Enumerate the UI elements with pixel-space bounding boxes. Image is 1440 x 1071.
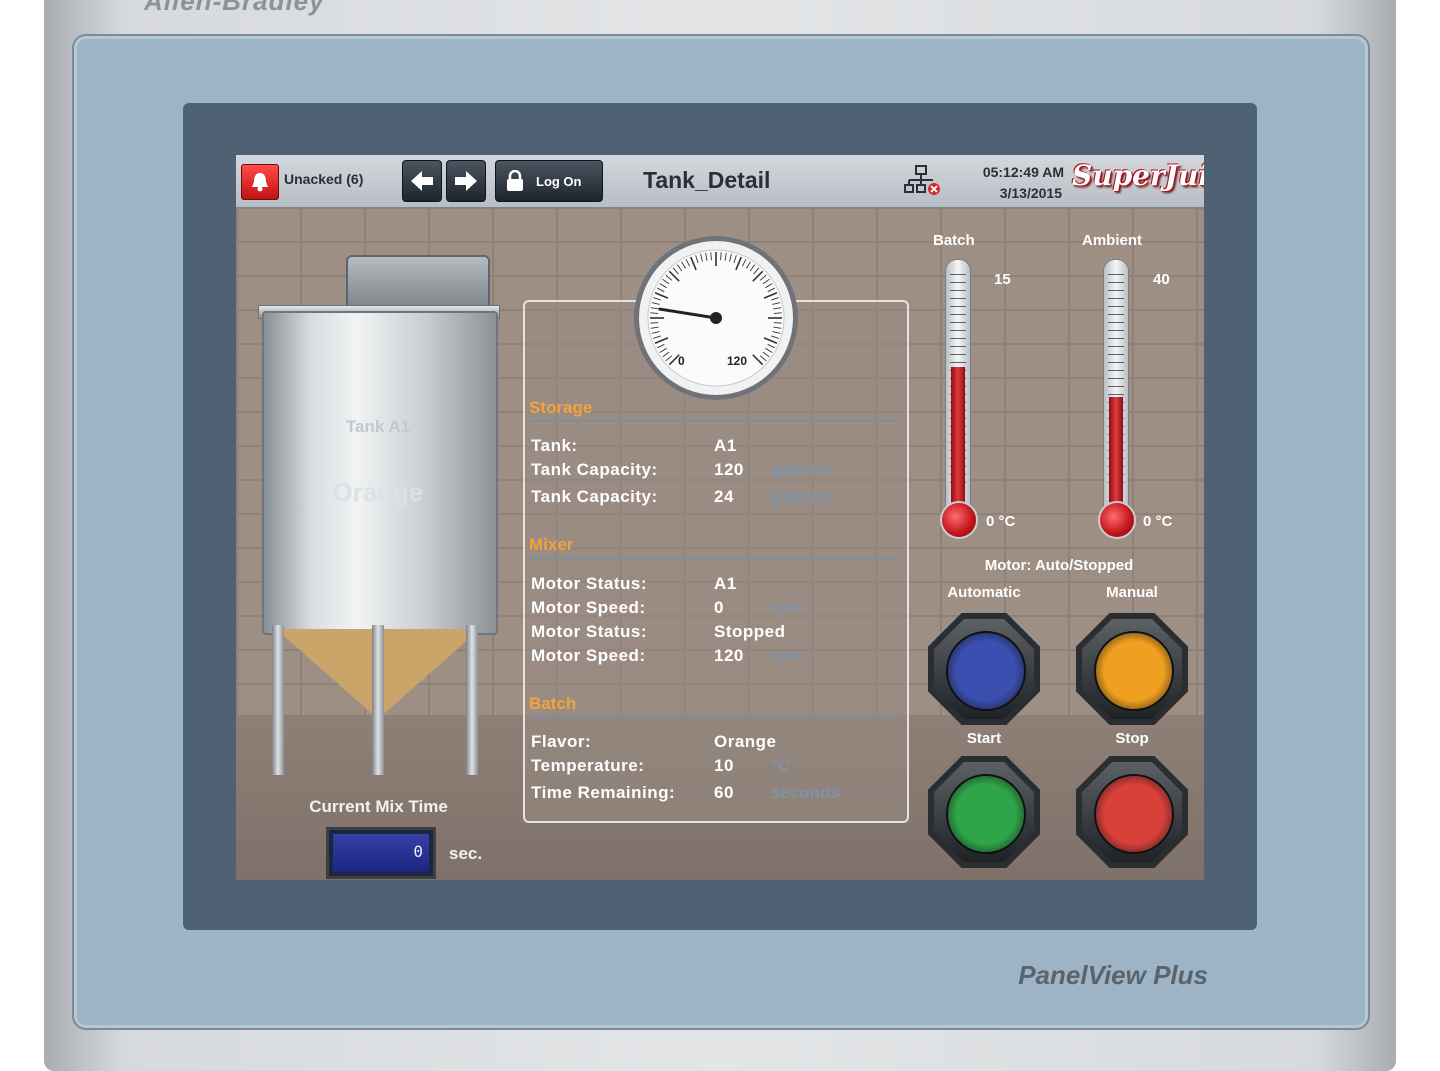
mixer-row-value: Stopped <box>714 622 786 641</box>
storage-row-value: A1 <box>714 436 737 455</box>
gauge-tick <box>650 312 659 314</box>
batch-thermometer-label: Batch <box>933 232 975 249</box>
automatic-button[interactable] <box>928 613 1040 725</box>
gauge-tick <box>720 252 722 261</box>
mixer-row-label: Motor Speed: <box>531 646 646 665</box>
tank-graphic <box>262 311 498 635</box>
screen-title: Tank_Detail <box>643 167 771 193</box>
divider <box>529 420 899 422</box>
batch-row-unit: °C <box>771 756 791 775</box>
log-on-label: Log On <box>536 174 582 189</box>
thermometer-bulb <box>1098 501 1136 539</box>
stop-button[interactable] <box>1076 756 1188 868</box>
brand-label: Allen-Bradley <box>144 0 325 16</box>
gauge-tick <box>650 322 659 324</box>
mixer-row-label: Motor Status: <box>531 574 648 593</box>
ambient-thermometer-min: 0 °C <box>1143 513 1173 530</box>
arrow-right-icon <box>455 171 477 191</box>
manual-button-lens <box>1094 631 1174 711</box>
ambient-thermometer-label: Ambient <box>1082 232 1142 249</box>
mixer-row-unit: rpm <box>771 598 804 617</box>
storage-row-label: Tank Capacity: <box>531 487 658 506</box>
divider <box>529 716 899 718</box>
tank-leg <box>466 625 478 775</box>
gauge-max-label: 120 <box>727 354 747 368</box>
storage-row-value: 24 <box>714 487 734 506</box>
tank-name-label: Tank A1 <box>345 417 411 436</box>
superjuice-logo: SuperJuice <box>1072 159 1204 192</box>
storage-row-label: Tank Capacity: <box>531 460 658 479</box>
manual-label: Manual <box>1106 584 1158 601</box>
gauge-tick <box>710 252 712 261</box>
lock-icon <box>507 170 523 191</box>
header-bar: Unacked (6) Log On Tank_Detail 05:12:49 … <box>236 155 1204 208</box>
arrow-left-icon <box>411 171 433 191</box>
automatic-label: Automatic <box>947 584 1021 601</box>
start-button-lens <box>946 774 1026 854</box>
mix-time-value: 0 <box>333 834 429 872</box>
batch-row-value: Orange <box>714 732 777 751</box>
batch-row-unit: seconds <box>771 783 840 802</box>
gauge-min-label: 0 <box>678 354 685 368</box>
log-on-button[interactable]: Log On <box>495 160 603 202</box>
stop-button-lens <box>1094 774 1174 854</box>
alarm-bell-icon <box>252 173 268 192</box>
gauge-tick <box>773 322 782 324</box>
mix-time-label: Current Mix Time <box>309 797 448 816</box>
batch-heading: Batch <box>529 694 577 713</box>
alarm-button[interactable] <box>241 164 279 200</box>
storage-row-value: 120 <box>714 460 744 479</box>
thermometer-bulb <box>940 501 978 539</box>
mixer-row-value: A1 <box>714 574 737 593</box>
hmi-screen: Unacked (6) Log On Tank_Detail 05:12:49 … <box>236 155 1204 880</box>
batch-row-value: 60 <box>714 783 734 802</box>
storage-row-label: Tank: <box>531 436 578 455</box>
motor-status-label: Motor: Auto/Stopped <box>984 557 1134 574</box>
batch-row-label: Time Remaining: <box>531 783 676 802</box>
stop-label: Stop <box>1115 730 1149 747</box>
ambient-thermometer-max: 40 <box>1153 271 1170 288</box>
automatic-button-lens <box>946 631 1026 711</box>
tank-flavor-label: Orange <box>332 477 424 507</box>
mixer-row-unit: rpm <box>771 646 804 665</box>
network-status-icon[interactable] <box>904 165 942 197</box>
back-button[interactable] <box>402 160 442 202</box>
batch-thermometer-max: 15 <box>994 271 1011 288</box>
storage-row-unit: gallons <box>771 460 831 479</box>
clock-date: 3/13/2015 <box>999 185 1062 201</box>
batch-row-value: 10 <box>714 756 734 775</box>
mixer-row-value: 0 <box>714 598 724 617</box>
storage-row-unit: gallons <box>771 487 831 506</box>
divider <box>529 557 899 559</box>
mixer-motor-graphic <box>346 255 490 311</box>
batch-thermometer-fill <box>951 367 965 522</box>
level-gauge: 0 120 <box>634 236 798 400</box>
start-label: Start <box>966 730 1002 747</box>
storage-heading: Storage <box>529 398 593 417</box>
mixer-row-label: Motor Speed: <box>531 598 646 617</box>
mix-time-unit: sec. <box>449 844 483 863</box>
batch-row-label: Temperature: <box>531 756 645 775</box>
unacked-alarms-label[interactable]: Unacked (6) <box>284 171 363 187</box>
tank-leg <box>272 625 284 775</box>
forward-button[interactable] <box>446 160 486 202</box>
batch-row-label: Flavor: <box>531 732 592 751</box>
mixer-row-label: Motor Status: <box>531 622 648 641</box>
batch-thermometer <box>945 259 971 529</box>
ambient-thermometer <box>1103 259 1129 529</box>
mixer-row-value: 120 <box>714 646 744 665</box>
mixer-heading: Mixer <box>529 535 574 554</box>
gauge-tick <box>773 312 782 314</box>
manual-button[interactable] <box>1076 613 1188 725</box>
clock-time: 05:12:49 AM <box>982 164 1064 180</box>
tank-leg <box>372 625 384 775</box>
model-label: PanelView Plus <box>1018 960 1208 990</box>
batch-thermometer-min: 0 °C <box>986 513 1016 530</box>
start-button[interactable] <box>928 756 1040 868</box>
mix-time-display: 0 <box>326 827 436 879</box>
